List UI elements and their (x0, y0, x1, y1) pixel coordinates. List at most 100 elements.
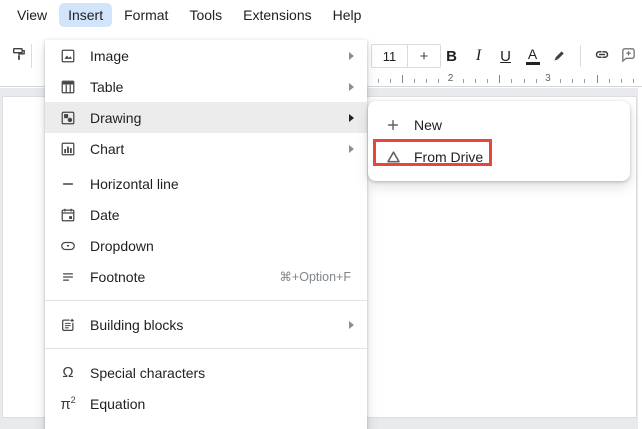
menu-item-label: Table (90, 78, 124, 95)
submenu-item-new[interactable]: New (368, 109, 630, 141)
ruler-number: 3 (545, 73, 551, 84)
bold-glyph: B (446, 47, 457, 65)
text-color-button[interactable]: A (519, 43, 546, 70)
equation-icon: π2 (60, 394, 76, 413)
menubar-item-view[interactable]: View (8, 3, 56, 27)
menubar-item-extensions[interactable]: Extensions (234, 3, 320, 27)
insert-menu: Image Table Drawing Chart Horizontal line Dat… (45, 40, 367, 429)
menu-item-label: Date (90, 206, 120, 223)
submenu-item-label: New (414, 117, 443, 133)
text-color-glyph: A (527, 46, 538, 62)
paint-format-icon (11, 46, 27, 67)
ruler-tick (499, 75, 501, 83)
menu-item-horizontal-line[interactable]: Horizontal line (45, 168, 367, 199)
menu-divider (45, 300, 367, 301)
menu-item-image[interactable]: Image (45, 40, 367, 71)
ruler-tick (523, 79, 525, 83)
menu-item-label: Drawing (90, 109, 142, 126)
ruler-number: 2 (447, 73, 454, 84)
underline-button[interactable]: U (492, 43, 519, 70)
text-color-bar (525, 62, 540, 65)
menu-item-label: Dropdown (90, 237, 154, 254)
horizontal-line-icon (59, 175, 77, 193)
submenu-arrow-icon (349, 320, 354, 329)
menu-item-special-characters[interactable]: Ω Special characters (45, 357, 367, 388)
comment-icon (620, 46, 637, 67)
submenu-arrow-icon (349, 113, 354, 122)
paint-format-button[interactable] (6, 43, 32, 69)
menu-item-label: Footnote (90, 268, 146, 285)
menu-item-label: Image (90, 47, 129, 64)
menu-item-dropdown[interactable]: Dropdown (45, 230, 367, 261)
drawing-icon (59, 109, 77, 127)
footnote-icon (59, 268, 77, 286)
table-icon (59, 78, 77, 96)
ruler-tick (462, 79, 464, 83)
menubar-item-format[interactable]: Format (115, 3, 177, 27)
menu-item-table[interactable]: Table (45, 71, 367, 102)
menu-item-date[interactable]: Date (45, 199, 367, 230)
menubar: View Insert Format Tools Extensions Help (0, 0, 642, 30)
omega-icon: Ω (62, 364, 74, 381)
ruler-tick (487, 79, 489, 83)
bold-button[interactable]: B (438, 43, 465, 70)
ruler-tick (438, 79, 440, 83)
menubar-item-insert[interactable]: Insert (59, 3, 113, 27)
dropdown-icon (59, 237, 77, 255)
menu-item-label: Building blocks (90, 316, 184, 333)
highlight-color-button[interactable] (546, 43, 573, 70)
submenu-arrow-icon (349, 51, 354, 60)
toolbar-divider (31, 44, 32, 68)
ruler-tick (389, 79, 391, 83)
ruler-tick (401, 75, 403, 83)
menu-item-building-blocks[interactable]: Building blocks (45, 309, 367, 340)
ruler-tick (560, 79, 562, 83)
menu-item-label: Chart (90, 140, 125, 157)
drive-icon (384, 148, 402, 166)
ruler-tick (426, 79, 428, 83)
submenu-item-from-drive[interactable]: From Drive (368, 141, 630, 173)
ruler-tick (620, 79, 622, 83)
menu-item-shortcut: ⌘+Option+F (279, 270, 351, 284)
menu-divider (45, 348, 367, 349)
toolbar-divider (580, 45, 581, 67)
menubar-item-tools[interactable]: Tools (180, 3, 231, 27)
insert-link-button[interactable] (588, 43, 615, 70)
ruler-tick (572, 79, 574, 83)
menu-item-label: Equation (90, 395, 146, 412)
format-buttons: B I UA (438, 42, 642, 70)
underline-glyph: U (500, 47, 511, 65)
ruler-tick (535, 79, 537, 83)
italic-button[interactable]: I (465, 43, 492, 70)
ruler-tick (414, 79, 415, 83)
building-blocks-icon (59, 316, 77, 334)
image-icon (59, 47, 77, 65)
ruler-tick (596, 75, 598, 83)
ruler-tick (608, 79, 610, 83)
increase-font-size-button[interactable]: + (407, 45, 440, 67)
menu-item-footnote[interactable]: Footnote ⌘+Option+F (45, 261, 367, 292)
add-comment-button[interactable] (615, 43, 642, 70)
submenu-arrow-icon (349, 82, 354, 91)
menu-item-label: Special characters (90, 364, 206, 381)
menu-item-chart[interactable]: Chart (45, 133, 367, 164)
ruler-tick (474, 79, 476, 83)
italic-glyph: I (475, 47, 482, 64)
ruler-tick (511, 79, 513, 83)
highlighter-icon (552, 46, 568, 66)
menu-item-drawing[interactable]: Drawing (45, 102, 367, 133)
menu-item-label: Horizontal line (90, 175, 179, 192)
font-size-group: 11 + (371, 44, 441, 68)
menubar-item-help[interactable]: Help (324, 3, 371, 27)
link-icon (593, 45, 611, 67)
ruler-tick (377, 79, 379, 83)
ruler-tick (584, 79, 586, 83)
plus-icon (384, 116, 402, 134)
submenu-arrow-icon (349, 144, 354, 153)
font-size-value[interactable]: 11 (372, 45, 407, 67)
drawing-submenu: New From Drive (368, 101, 630, 181)
submenu-item-label: From Drive (414, 149, 484, 165)
chart-icon (59, 140, 77, 158)
ruler-tick (633, 79, 635, 83)
menu-item-equation[interactable]: π2 Equation (45, 388, 367, 419)
